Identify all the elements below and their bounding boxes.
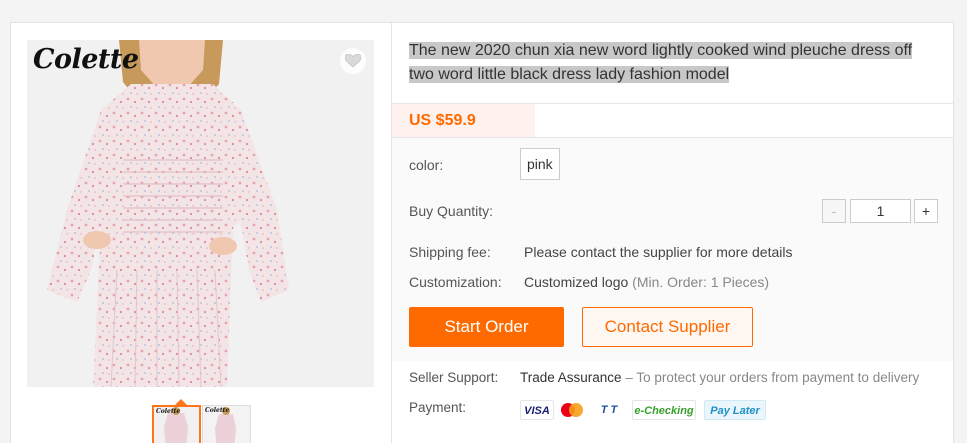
product-card: Colette Colette Colette The new 2020 chu…	[10, 22, 954, 443]
quantity-label: Buy Quantity:	[409, 203, 494, 219]
product-price: US $59.9	[392, 104, 535, 137]
thumbnail-1-logo: Colette	[156, 408, 181, 415]
quantity-decrease-button[interactable]: -	[822, 199, 846, 223]
seller-support-label: Seller Support:	[409, 370, 499, 385]
trade-assurance-link[interactable]: Trade Assurance	[520, 370, 622, 385]
customization-label: Customization:	[409, 274, 502, 290]
color-option-pink[interactable]: pink	[520, 148, 560, 180]
e-checking-icon: e-Checking	[632, 400, 696, 420]
attributes-panel: color: pink Buy Quantity: - + Shipping f…	[392, 138, 953, 361]
quantity-increase-button[interactable]: +	[914, 199, 938, 223]
brand-logo: Colette	[33, 44, 139, 75]
main-product-image[interactable]: Colette	[27, 40, 374, 387]
product-info: The new 2020 chun xia new word lightly c…	[392, 23, 953, 443]
mastercard-icon	[560, 402, 592, 418]
color-label: color:	[409, 157, 444, 173]
dress-photo	[27, 40, 374, 387]
quantity-input[interactable]	[850, 199, 911, 223]
heart-icon	[345, 54, 361, 68]
tt-icon: T T	[600, 404, 618, 416]
contact-supplier-button[interactable]: Contact Supplier	[582, 307, 753, 347]
support-section: Seller Support: Trade Assurance – To pro…	[392, 361, 953, 443]
seller-support-value: Trade Assurance – To protect your orders…	[520, 370, 919, 385]
customization-min-order: (Min. Order: 1 Pieces)	[632, 274, 770, 290]
thumbnail-2[interactable]: Colette	[202, 405, 251, 443]
thumbnail-2-logo: Colette	[205, 407, 230, 414]
payment-label: Payment:	[409, 400, 467, 415]
thumbnail-1[interactable]: Colette	[152, 405, 201, 443]
payment-methods: VISA T T e-Checking Pay Later	[520, 394, 780, 424]
product-gallery: Colette Colette Colette	[11, 23, 392, 443]
shipping-label: Shipping fee:	[409, 244, 491, 260]
customization-value-text: Customized logo	[524, 274, 629, 290]
product-title-text: The new 2020 chun xia new word lightly c…	[409, 42, 913, 83]
pay-later-icon: Pay Later	[704, 400, 766, 420]
customization-value: Customized logo (Min. Order: 1 Pieces)	[524, 274, 769, 290]
trade-assurance-note: – To protect your orders from payment to…	[625, 370, 920, 385]
visa-icon: VISA	[520, 400, 554, 420]
shipping-value: Please contact the supplier for more det…	[524, 244, 793, 260]
start-order-button[interactable]: Start Order	[409, 307, 564, 347]
product-title: The new 2020 chun xia new word lightly c…	[409, 39, 929, 87]
price-row: US $59.9	[392, 103, 953, 138]
favorite-button[interactable]	[340, 48, 366, 74]
